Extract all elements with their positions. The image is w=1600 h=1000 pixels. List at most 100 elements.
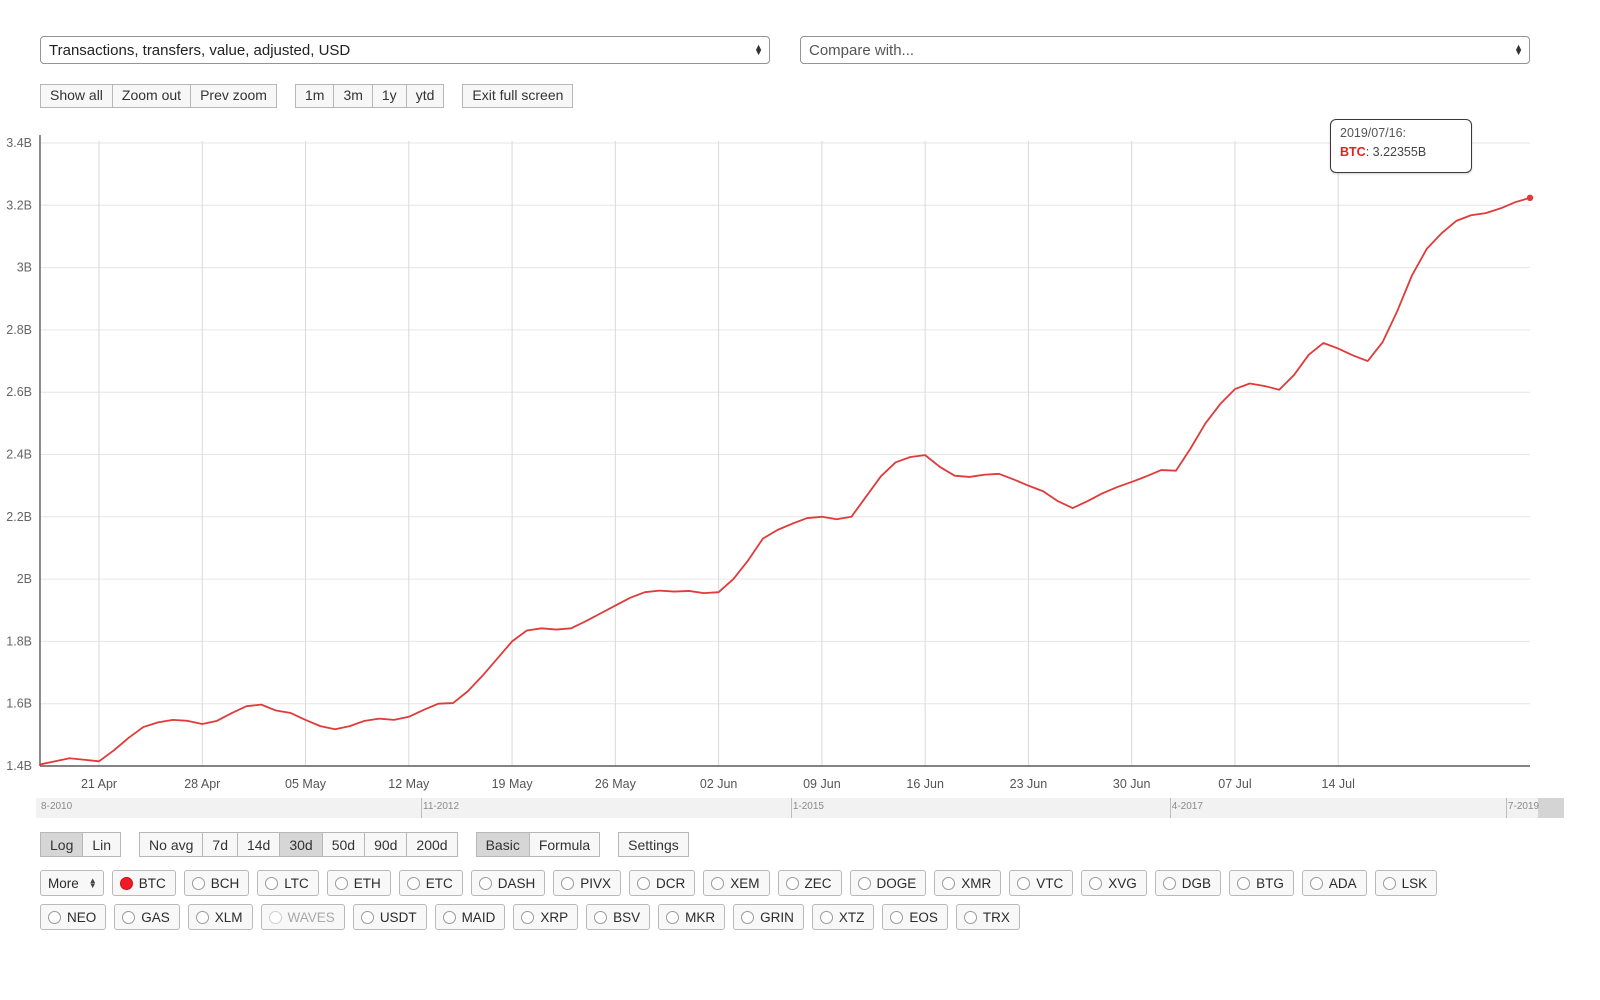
avg-200d-button[interactable]: 200d <box>406 832 458 857</box>
coin-chip-grin[interactable]: GRIN <box>733 904 804 930</box>
x-axis-tick-label: 12 May <box>388 777 430 791</box>
coin-chip-pivx[interactable]: PIVX <box>553 870 621 896</box>
coin-chip-neo[interactable]: NEO <box>40 904 107 930</box>
coin-chip-maid[interactable]: MAID <box>434 904 506 930</box>
y-axis-tick-label: 2B <box>17 572 32 586</box>
coin-chip-vtc[interactable]: VTC <box>1009 870 1074 896</box>
avg-30d-button[interactable]: 30d <box>279 832 323 857</box>
show-all-button[interactable]: Show all <box>40 84 113 108</box>
coin-chip-trx[interactable]: TRX <box>955 904 1020 930</box>
period-1m-button[interactable]: 1m <box>294 84 335 108</box>
line-chart[interactable]: 1.4B 1.6B 1.8B 2B 2.2B 2.4B 2.6B 2.8B 3B 3.2B 3.4B… <box>0 118 1600 793</box>
compare-select[interactable]: Compare with... ▲ ▼ <box>800 36 1530 64</box>
period-ytd-button[interactable]: ytd <box>405 84 445 108</box>
coin-chip-dgb[interactable]: DGB <box>1154 870 1222 896</box>
coin-chip-gas[interactable]: GAS <box>114 904 180 930</box>
average-button-group: No avg 7d 14d 30d 50d 90d 200d <box>139 832 458 857</box>
navigator-label: 7-2019 <box>1507 801 1540 812</box>
coin-chip-btg[interactable]: BTG <box>1229 870 1294 896</box>
radio-icon <box>890 910 904 924</box>
y-axis-tick-label: 3B <box>17 261 32 275</box>
period-1y-button[interactable]: 1y <box>371 84 407 108</box>
bottom-control-row: Log Lin No avg 7d 14d 30d 50d 90d 200d Basic For… <box>40 832 707 857</box>
mode-basic-button[interactable]: Basic <box>475 832 530 857</box>
metric-select[interactable]: Transactions, transfers, value, adjusted… <box>40 36 770 64</box>
settings-button-group: Settings <box>618 832 689 857</box>
coin-chip-xvg[interactable]: XVG <box>1081 870 1147 896</box>
settings-button[interactable]: Settings <box>618 832 689 857</box>
y-axis-tick-label: 2.4B <box>6 448 32 462</box>
series-line-btc[interactable] <box>39 196 1531 766</box>
coin-chip-ltc[interactable]: LTC <box>257 870 319 896</box>
coin-label: WAVES <box>287 909 335 925</box>
coin-chip-mkr[interactable]: MKR <box>658 904 726 930</box>
coin-chip-dcr[interactable]: DCR <box>629 870 696 896</box>
zoom-out-button[interactable]: Zoom out <box>111 84 192 108</box>
coin-chip-eos[interactable]: EOS <box>882 904 948 930</box>
navigator-tick <box>790 798 792 818</box>
range-navigator[interactable]: 8-2010 11-2012 1-2015 4-2017 7-2019 <box>36 798 1564 818</box>
coin-chip-waves[interactable]: WAVES <box>260 904 345 930</box>
x-axis-tick-label: 19 May <box>492 777 534 791</box>
prev-zoom-button[interactable]: Prev zoom <box>190 84 277 108</box>
mode-formula-button[interactable]: Formula <box>528 832 601 857</box>
y-axis-tick-label: 2.6B <box>6 385 32 399</box>
radio-icon <box>942 876 956 890</box>
coin-chip-dash[interactable]: DASH <box>470 870 546 896</box>
chart-area[interactable]: 1.4B 1.6B 1.8B 2B 2.2B 2.4B 2.6B 2.8B 3B 3.2B 3.4B… <box>0 118 1600 793</box>
more-coins-button[interactable]: More ▲ ▼ <box>40 870 104 896</box>
chart-page: Transactions, transfers, value, adjusted… <box>0 0 1600 1000</box>
avg-7d-button[interactable]: 7d <box>202 832 238 857</box>
coin-label: LTC <box>284 875 309 891</box>
coin-label: DCR <box>656 875 686 891</box>
radio-icon <box>191 876 205 890</box>
period-3m-button[interactable]: 3m <box>333 84 373 108</box>
coin-chip-xem[interactable]: XEM <box>703 870 770 896</box>
navigator-label: 11-2012 <box>423 801 460 812</box>
avg-50d-button[interactable]: 50d <box>321 832 366 857</box>
coin-chip-xmr[interactable]: XMR <box>934 870 1002 896</box>
radio-icon <box>963 910 977 924</box>
coin-chip-usdt[interactable]: USDT <box>352 904 427 930</box>
coin-chip-eth[interactable]: ETH <box>326 870 391 896</box>
navigator-tick <box>421 798 423 818</box>
radio-icon <box>1162 876 1176 890</box>
radio-icon <box>406 876 420 890</box>
coin-chip-etc[interactable]: ETC <box>398 870 463 896</box>
x-axis-tick-label: 30 Jun <box>1113 777 1151 791</box>
avg-90d-button[interactable]: 90d <box>364 832 408 857</box>
mode-button-group: Basic Formula <box>475 832 601 857</box>
radio-icon <box>1237 876 1251 890</box>
coin-label: TRX <box>982 909 1010 925</box>
coin-chip-ada[interactable]: ADA <box>1301 870 1367 896</box>
x-axis-tick-label: 26 May <box>595 777 637 791</box>
coin-label: DGB <box>1181 875 1212 891</box>
coin-chip-lsk[interactable]: LSK <box>1374 870 1438 896</box>
exit-full-screen-button[interactable]: Exit full screen <box>462 84 574 108</box>
scale-log-button[interactable]: Log <box>40 832 84 857</box>
coin-chip-zec[interactable]: ZEC <box>777 870 842 896</box>
coin-chip-xrp[interactable]: XRP <box>513 904 579 930</box>
avg-no-avg-button[interactable]: No avg <box>139 832 204 857</box>
period-button-group: 1m 3m 1y ytd <box>294 84 445 108</box>
chevron-updown-icon: ▲ ▼ <box>88 876 97 890</box>
avg-14d-button[interactable]: 14d <box>236 832 281 857</box>
coin-chip-bch[interactable]: BCH <box>183 870 250 896</box>
coin-chip-bsv[interactable]: BSV <box>586 904 651 930</box>
highlighted-data-point[interactable] <box>1526 194 1534 202</box>
coin-chip-xlm[interactable]: XLM <box>187 904 253 930</box>
navigator-label: 4-2017 <box>1171 801 1203 812</box>
radio-icon <box>857 876 871 890</box>
coin-chip-xtz[interactable]: XTZ <box>811 904 875 930</box>
scale-lin-button[interactable]: Lin <box>82 832 122 857</box>
coin-label: XVG <box>1108 875 1137 891</box>
radio-icon <box>478 876 492 890</box>
coin-chip-btc[interactable]: BTC <box>111 870 176 896</box>
more-label: More <box>48 875 79 891</box>
navigator-right-handle[interactable] <box>1538 798 1564 818</box>
coin-chip-doge[interactable]: DOGE <box>849 870 927 896</box>
y-axis-tick-label: 2.8B <box>6 323 32 337</box>
tooltip-series-value: : 3.22355B <box>1365 145 1427 159</box>
coin-label: XRP <box>540 909 569 925</box>
x-axis-tick-label: 14 Jul <box>1322 777 1355 791</box>
